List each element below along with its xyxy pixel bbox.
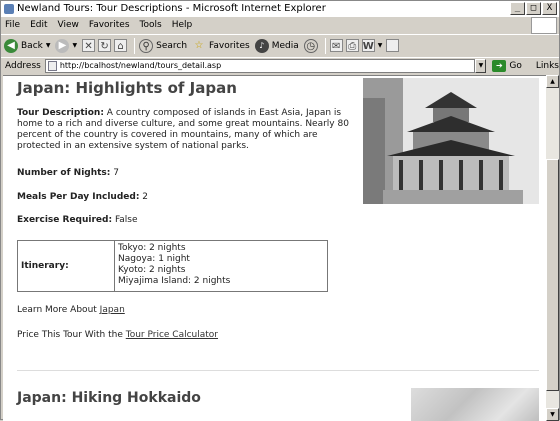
itinerary-label: Itinerary: <box>21 261 69 271</box>
close-button[interactable]: X <box>542 2 557 15</box>
page-icon <box>47 61 57 71</box>
list-item: Kyoto: 2 nights <box>118 265 186 275</box>
forward-arrow-icon: ▶ <box>55 38 70 53</box>
browser-window: Newland Tours: Tour Descriptions - Micro… <box>0 0 560 421</box>
divider <box>17 370 539 371</box>
mail-icon[interactable]: ✉ <box>329 39 343 52</box>
history-icon[interactable]: ◷ <box>303 38 318 53</box>
address-label: Address <box>5 61 41 71</box>
address-input[interactable]: http://bcalhost/newland/tours_detail.asp <box>44 59 476 73</box>
itinerary-list: Tokyo: 2 nights Nagoya: 1 night Kyoto: 2… <box>118 243 230 287</box>
next-tour-heading: Japan: Hiking Hokkaido <box>17 390 201 406</box>
menu-view[interactable]: View <box>58 17 79 34</box>
windows-logo <box>531 17 557 34</box>
menu-favorites[interactable]: Favorites <box>89 17 130 34</box>
toolbar-separator <box>134 37 136 54</box>
tour-heading: Japan: Highlights of Japan <box>17 79 237 97</box>
home-icon[interactable]: ⌂ <box>114 39 128 52</box>
chevron-down-icon: ▼ <box>377 42 383 49</box>
scroll-thumb[interactable] <box>546 159 559 391</box>
go-button[interactable]: ➔ Go <box>492 60 522 72</box>
list-item: Tokyo: 2 nights <box>118 243 186 253</box>
window-title: Newland Tours: Tour Descriptions - Micro… <box>17 3 326 14</box>
scroll-down-button[interactable]: ▼ <box>546 408 559 421</box>
chevron-down-icon: ▼ <box>72 42 78 49</box>
list-item: Nagoya: 1 night <box>118 254 190 264</box>
toolbar-separator <box>324 37 326 54</box>
minimize-button[interactable]: _ <box>510 2 525 15</box>
number-of-nights: Number of Nights: 7 <box>17 168 120 178</box>
price-this-tour: Price This Tour With the Tour Price Calc… <box>17 330 219 340</box>
list-item: Miyajima Island: 2 nights <box>118 276 231 286</box>
stop-icon[interactable]: ✕ <box>82 39 96 52</box>
menu-help[interactable]: Help <box>172 17 193 34</box>
links-button[interactable]: Links <box>536 61 559 71</box>
meals-per-day: Meals Per Day Included: 2 <box>17 192 149 202</box>
media-button[interactable]: ♪ Media <box>254 38 299 53</box>
search-button[interactable]: ⚲ Search <box>139 38 187 53</box>
menu-file[interactable]: File <box>5 17 20 34</box>
learn-more: Learn More About Japan <box>17 305 125 315</box>
scroll-up-button[interactable]: ▲ <box>546 75 559 88</box>
forward-button[interactable]: ▶ ▼ <box>55 38 78 53</box>
favorites-button[interactable]: ☆ Favorites <box>192 39 250 53</box>
menu-edit[interactable]: Edit <box>30 17 47 34</box>
table-divider <box>114 241 115 291</box>
star-icon: ☆ <box>194 39 204 51</box>
refresh-icon[interactable]: ↻ <box>98 39 112 52</box>
discuss-icon[interactable] <box>386 39 400 52</box>
vertical-scrollbar[interactable]: ▲ ▼ <box>546 75 559 421</box>
menu-tools[interactable]: Tools <box>140 17 162 34</box>
ie-icon <box>4 4 14 14</box>
search-icon: ⚲ <box>139 38 154 53</box>
chevron-down-icon: ▼ <box>45 42 51 49</box>
tour-description: Tour Description: A country composed of … <box>17 108 349 151</box>
address-bar: Address http://bcalhost/newland/tours_de… <box>1 57 559 74</box>
japanese-temple-image <box>363 78 539 204</box>
hokkaido-image <box>411 388 539 421</box>
menu-bar: File Edit View Favorites Tools Help <box>1 17 559 34</box>
media-icon: ♪ <box>254 38 269 53</box>
address-dropdown-button[interactable]: ▼ <box>475 59 487 73</box>
toolbar: ◀ Back ▼ ▶ ▼ ✕ ↻ ⌂ ⚲ Search ☆ Favorites … <box>1 34 559 56</box>
exercise-required: Exercise Required: False <box>17 215 138 225</box>
maximize-button[interactable]: □ <box>526 2 541 15</box>
back-button[interactable]: ◀ Back ▼ <box>4 38 51 53</box>
page-content: Japan: Highlights of Japan Tour Descript… <box>3 75 546 421</box>
itinerary-table: Itinerary: Tokyo: 2 nights Nagoya: 1 nig… <box>17 240 328 292</box>
back-arrow-icon: ◀ <box>4 38 18 53</box>
tour-price-calculator-link[interactable]: Tour Price Calculator <box>126 330 218 340</box>
japan-link[interactable]: Japan <box>100 305 125 315</box>
go-arrow-icon: ➔ <box>492 60 507 72</box>
title-bar: Newland Tours: Tour Descriptions - Micro… <box>1 1 559 17</box>
word-icon[interactable]: W <box>361 39 375 52</box>
print-icon[interactable]: ⎙ <box>345 39 359 52</box>
